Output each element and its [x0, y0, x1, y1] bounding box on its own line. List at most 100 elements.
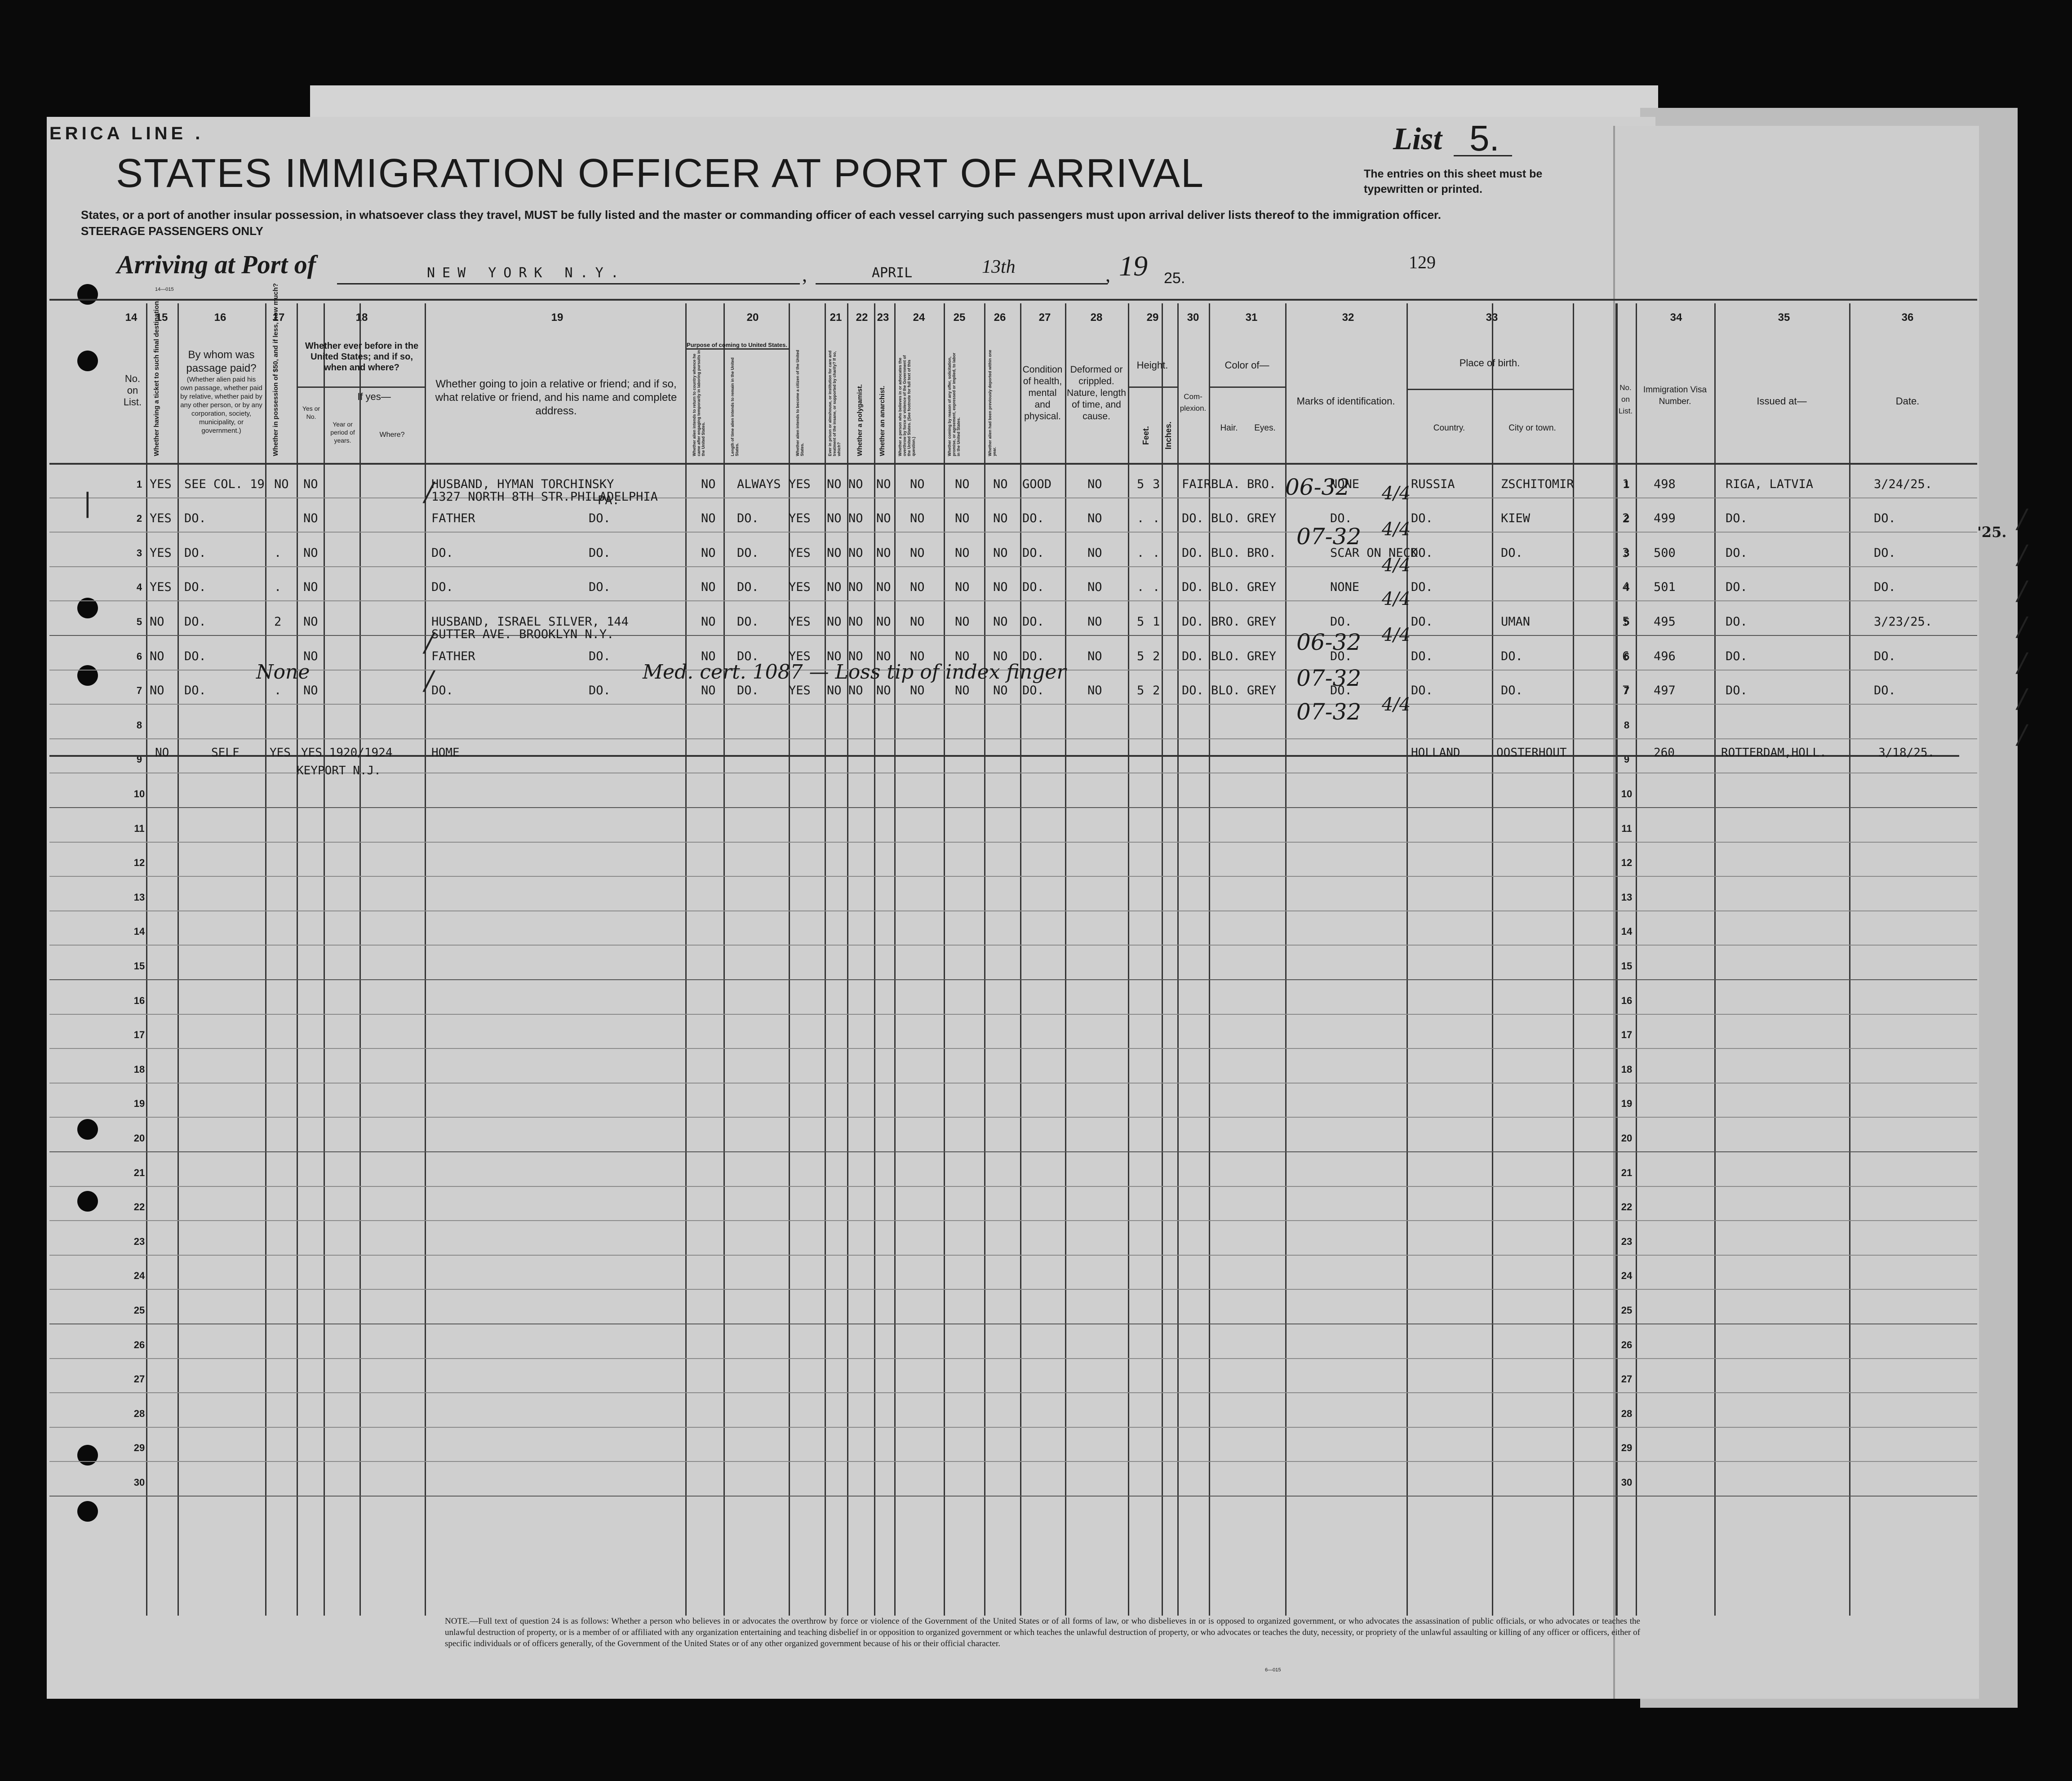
cell-health: DO. — [1022, 580, 1044, 595]
check-mark: / — [2018, 647, 2027, 678]
cell-eyes: BRO. — [1247, 546, 1277, 560]
row-number: 1 — [136, 478, 142, 490]
pencil-tick: / — [425, 476, 434, 507]
row-number: 29 — [133, 1442, 145, 1454]
col-header-money: Whether in possession of $50, and if les… — [272, 283, 280, 456]
handwritten-mark: 07-32 — [1296, 699, 1362, 725]
comma: , — [802, 264, 807, 286]
row-number: 5 — [136, 616, 142, 627]
col-header-return: Whether alien intends to return to count… — [692, 350, 705, 456]
cell-relative2: SUTTER AVE. BROOKLYN N.Y. — [431, 627, 614, 641]
struck-money: YES — [270, 746, 291, 759]
cell-hair: BLO. — [1211, 511, 1241, 526]
cell-issued: DO. — [1726, 684, 1748, 698]
row-line — [49, 1151, 1977, 1152]
cell-money: . — [274, 580, 282, 595]
instructions-text: States, or a port of another insular pos… — [81, 207, 1564, 239]
cell-city: DO. — [1501, 684, 1523, 698]
cell-relative: HUSBAND, ISRAEL SILVER, 144 — [431, 615, 629, 629]
row-number-right: 26 — [1621, 1339, 1633, 1350]
cell-prison: NO — [827, 511, 842, 526]
cell-feet: 5 — [1137, 684, 1145, 698]
cell-complexion: DO. — [1182, 511, 1204, 526]
col-header-feet: Feet. — [1141, 426, 1150, 445]
cell-ticket: YES — [150, 477, 172, 491]
cell-deformed: NO — [1087, 684, 1102, 698]
cell-relative: FATHER — [431, 649, 475, 663]
cell-hair: BLA. — [1211, 477, 1241, 491]
col-number: 21 — [830, 311, 842, 324]
cell-marks: DO. — [1330, 615, 1352, 629]
cell-inches: 2 — [1153, 649, 1160, 663]
column-divider — [685, 303, 687, 1616]
cell-health: DO. — [1022, 615, 1044, 629]
cell-city: ZSCHITOMIR — [1501, 477, 1574, 491]
col-header-number: No. on List. — [123, 373, 142, 408]
cell-hair: BLO. — [1211, 649, 1241, 663]
cell-ticket: NO — [150, 615, 164, 629]
cell-length: DO. — [737, 684, 759, 698]
row-number: 30 — [133, 1477, 145, 1488]
row-number: 24 — [133, 1270, 145, 1282]
cell-prison: NO — [827, 477, 842, 491]
cell-deformed: NO — [1087, 477, 1102, 491]
cell-prison: NO — [827, 615, 842, 629]
cell-city: UMAN — [1501, 615, 1531, 629]
handwritten-mark: 4/4 — [1382, 589, 1411, 609]
cell-country: RUSSIA — [1411, 477, 1455, 491]
col-header-height: Height. — [1136, 360, 1168, 371]
cell-relative-right: DO. — [589, 546, 611, 560]
cell-date: DO. — [1874, 511, 1896, 526]
cell-relative-right: DO. — [589, 511, 611, 526]
passage-paid-note: (Whether alien paid his own passage, whe… — [180, 376, 262, 435]
col-number: 26 — [994, 311, 1006, 324]
cell-return: NO — [701, 546, 716, 560]
cell-r-no: 7 — [1622, 684, 1630, 698]
cell-polygamist: NO — [848, 580, 863, 595]
struck-country: HOLLAND — [1411, 746, 1460, 759]
punch-hole — [77, 1501, 98, 1522]
row-line — [49, 876, 1977, 877]
cell-offer: NO — [955, 546, 970, 560]
row-number: 21 — [133, 1167, 145, 1178]
cell-ticket: YES — [150, 511, 172, 526]
row-line — [49, 566, 1977, 567]
row-line — [49, 1013, 1977, 1015]
row-number: 28 — [133, 1408, 145, 1419]
col-header-passage-paid: By whom was passage paid? (Whether alien… — [180, 348, 263, 435]
row-number-right: 12 — [1621, 857, 1633, 869]
row-number-right: 10 — [1621, 788, 1633, 799]
cell-relative: FATHER — [431, 511, 475, 526]
col-header-visa: Immigration Visa Number. — [1643, 385, 1707, 406]
cell-deported: NO — [993, 615, 1008, 629]
cell-before: NO — [303, 546, 318, 560]
cell-r-no: 5 — [1622, 615, 1630, 629]
row-line — [49, 1117, 1977, 1118]
row-number-right: 14 — [1621, 926, 1633, 937]
col-number: 25 — [953, 311, 966, 324]
cell-overthrow: NO — [910, 511, 925, 526]
col-header-date: Date. — [1895, 395, 1920, 407]
row-number: 11 — [134, 822, 145, 834]
year-suffix: 25. — [1164, 270, 1185, 287]
cell-polygamist: NO — [848, 615, 863, 629]
form-code: 14—015 — [155, 287, 174, 292]
column-divider — [1285, 303, 1287, 1616]
column-divider — [1020, 303, 1021, 1616]
cell-eyes: BRO. — [1247, 477, 1277, 491]
subheader-line — [685, 348, 789, 350]
column-divider — [177, 303, 179, 1616]
cell-return: NO — [701, 511, 716, 526]
cell-feet: 5 — [1137, 649, 1145, 663]
cell-visa: 495 — [1654, 615, 1676, 629]
struck-date: 3/18/25. — [1878, 746, 1935, 759]
handwritten-mark: 06-32 — [1296, 629, 1362, 655]
row-line — [49, 1461, 1977, 1462]
row-line — [49, 841, 1977, 843]
row-number-right: 22 — [1621, 1201, 1633, 1213]
table-top-border — [49, 299, 1977, 301]
col-number: 36 — [1901, 311, 1914, 324]
cell-date: DO. — [1874, 546, 1896, 560]
row-number-right: 24 — [1621, 1270, 1633, 1282]
footnote-question-24: NOTE.—Full text of question 24 is as fol… — [445, 1617, 1640, 1648]
